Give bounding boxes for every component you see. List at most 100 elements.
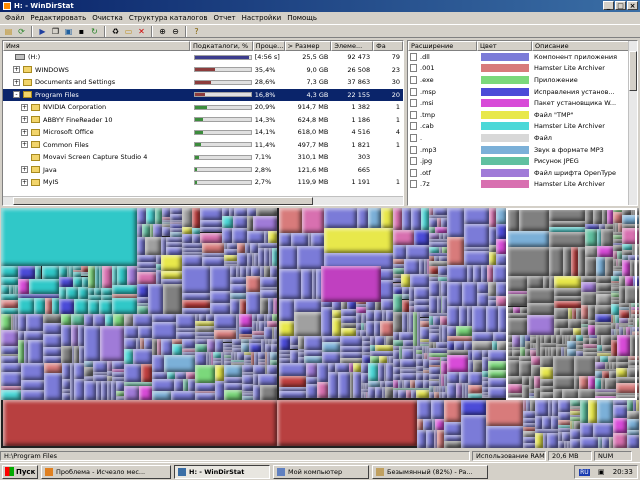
treemap-cell[interactable] — [279, 246, 297, 270]
treemap-cell[interactable] — [43, 355, 61, 363]
treemap-cell[interactable] — [352, 362, 361, 373]
treemap-cell[interactable] — [368, 386, 376, 398]
treemap-cell[interactable] — [381, 298, 393, 310]
treemap-cell[interactable] — [415, 358, 423, 367]
treemap-cell[interactable] — [187, 379, 196, 391]
treemap-cell[interactable] — [459, 371, 469, 383]
treemap-cell[interactable] — [1, 371, 21, 387]
col-color[interactable]: Цвет — [477, 41, 532, 51]
treemap-cell[interactable] — [71, 314, 84, 326]
treemap-cell[interactable] — [413, 230, 430, 245]
treemap-cell[interactable] — [320, 307, 332, 336]
treemap-cell[interactable] — [487, 350, 507, 361]
treemap-cell[interactable] — [249, 343, 262, 352]
treemap-cell[interactable] — [417, 430, 427, 448]
treemap-cell[interactable] — [132, 348, 152, 364]
treemap-cell[interactable] — [195, 365, 216, 383]
extension-row[interactable]: .jpg Рисунок JPEG — [408, 155, 637, 167]
treemap-cell[interactable] — [124, 325, 139, 338]
treemap-cell[interactable] — [293, 312, 321, 336]
treemap-cell[interactable] — [392, 230, 414, 245]
treemap-cell[interactable] — [322, 335, 340, 343]
treemap-cell[interactable] — [214, 314, 236, 328]
treemap-cell[interactable] — [175, 331, 196, 339]
treemap-cell[interactable] — [392, 332, 400, 340]
treemap-cell[interactable] — [443, 421, 461, 435]
refresh-branch-icon[interactable]: ↻ — [89, 26, 100, 37]
treemap-cell[interactable] — [175, 314, 196, 328]
treemap-cell[interactable] — [433, 208, 447, 215]
treemap-cell[interactable] — [447, 382, 456, 398]
treemap-cell[interactable] — [166, 372, 176, 380]
treemap-cell[interactable] — [279, 233, 292, 247]
treemap-cell[interactable] — [173, 379, 183, 391]
treemap-cell[interactable] — [182, 233, 193, 244]
treemap-cell[interactable] — [137, 305, 149, 314]
treemap-cell[interactable] — [290, 335, 298, 345]
treemap-cell[interactable] — [613, 417, 628, 433]
treemap-cell[interactable] — [162, 208, 170, 218]
treemap-cell[interactable] — [443, 441, 461, 448]
expand-toggle-icon[interactable]: + — [21, 103, 28, 111]
treemap-cell[interactable] — [20, 390, 44, 400]
treemap-cell[interactable] — [402, 349, 413, 359]
treemap-cell[interactable] — [331, 310, 341, 318]
treemap-cell[interactable] — [421, 208, 430, 231]
treemap-cell[interactable] — [460, 400, 486, 416]
treemap-cell[interactable] — [104, 314, 113, 327]
treemap-cell[interactable] — [195, 392, 216, 400]
treemap-cell[interactable] — [417, 400, 432, 419]
treemap-cell[interactable] — [161, 226, 171, 237]
treemap-cell[interactable] — [192, 208, 200, 229]
treemap-cell[interactable] — [51, 298, 59, 314]
play-icon[interactable]: ▶ — [37, 26, 48, 37]
treemap-cell[interactable] — [433, 315, 441, 325]
treemap-cell[interactable] — [463, 340, 473, 351]
treemap-cell[interactable] — [142, 224, 150, 237]
treemap-cell[interactable] — [155, 208, 163, 225]
treemap-cell[interactable] — [260, 289, 277, 298]
treemap-cell[interactable] — [434, 418, 444, 431]
treemap-cell[interactable] — [241, 365, 253, 373]
treemap-cell[interactable] — [401, 208, 411, 231]
treemap-cell[interactable] — [415, 379, 424, 388]
directory-row[interactable]: (H:) [4:56 s] 25,5 GB 92 473 79 — [3, 51, 403, 64]
extension-list[interactable]: Расширение Цвет Описание .dll Компонент п… — [407, 40, 638, 206]
refresh-icon[interactable]: ⟳ — [16, 26, 27, 37]
treemap-cell[interactable] — [279, 375, 306, 387]
treemap-cell[interactable] — [165, 247, 182, 255]
treemap-cell[interactable] — [43, 333, 61, 347]
treemap-cell[interactable] — [534, 433, 543, 448]
treemap-cell[interactable] — [170, 390, 196, 400]
treemap-cell[interactable] — [485, 306, 499, 332]
treemap-cell[interactable] — [398, 390, 406, 398]
treemap-cell[interactable] — [273, 297, 277, 314]
treemap-cell[interactable] — [429, 280, 439, 296]
treemap-cell[interactable] — [206, 314, 215, 321]
extension-row[interactable]: .001 Hamster Lite Archiver — [408, 63, 637, 75]
treemap-cell[interactable] — [327, 362, 336, 373]
treemap-cell[interactable] — [65, 287, 79, 299]
maximize-button[interactable]: □ — [615, 1, 626, 10]
treemap-cell[interactable] — [232, 215, 247, 228]
treemap-cell[interactable] — [17, 314, 27, 332]
treemap-cell[interactable] — [322, 352, 340, 363]
treemap-cell[interactable] — [360, 362, 369, 374]
treemap-cell[interactable] — [293, 298, 321, 313]
treemap-cell[interactable] — [73, 379, 84, 400]
treemap-cell[interactable] — [1, 266, 19, 277]
extension-row[interactable]: .dll Компонент приложения — [408, 51, 637, 63]
treemap-cell[interactable] — [405, 244, 430, 259]
network-icon[interactable]: ▣ — [598, 468, 605, 476]
treemap-cell[interactable] — [151, 322, 176, 339]
directory-row[interactable]: + Common Files 11,4% 497,7 MB 1 821 1 — [3, 139, 403, 152]
treemap-cell[interactable] — [392, 293, 403, 313]
treemap-cell[interactable] — [400, 274, 411, 287]
treemap-cell[interactable] — [410, 208, 421, 231]
treemap-cell[interactable] — [252, 385, 260, 400]
treemap-cell[interactable] — [113, 314, 125, 327]
start-button[interactable]: Пуск — [2, 464, 38, 479]
treemap-cell[interactable] — [569, 439, 580, 448]
treemap-cell[interactable] — [195, 344, 208, 352]
treemap-cell[interactable] — [1, 346, 18, 355]
